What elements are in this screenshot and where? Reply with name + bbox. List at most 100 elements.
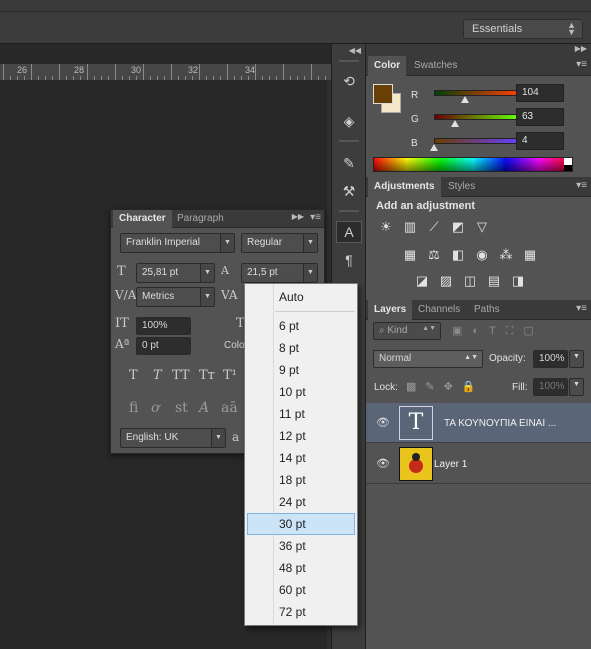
photo-filter-icon[interactable]: ◉: [473, 247, 491, 263]
tool-presets-icon[interactable]: ⚒: [336, 180, 362, 202]
layer-name[interactable]: ΤΑ ΚΟΥΝΟΥΠΙΑ ΕΙΝΑΙ ...: [444, 418, 556, 429]
red-value-input[interactable]: 104: [516, 84, 564, 102]
fill-input[interactable]: 100%: [533, 378, 568, 396]
paragraph-panel-icon[interactable]: ¶: [336, 249, 362, 271]
curves-icon[interactable]: ⟋: [425, 219, 443, 235]
leading-input[interactable]: 21,5 pt ▼: [241, 263, 318, 283]
stylistic-alternates-icon[interactable]: aā: [221, 400, 238, 416]
menu-item-14pt[interactable]: 14 pt: [247, 447, 355, 469]
gradient-map-icon[interactable]: ▤: [485, 273, 503, 289]
vibrance-icon[interactable]: ▽: [473, 219, 491, 235]
visibility-eye-icon[interactable]: 👁: [376, 416, 390, 429]
foreground-swatch[interactable]: [373, 84, 393, 104]
menu-item-9pt[interactable]: 9 pt: [247, 359, 355, 381]
menu-item-72pt[interactable]: 72 pt: [247, 601, 355, 623]
expand-icon[interactable]: ▶▶: [575, 44, 587, 53]
red-slider[interactable]: [434, 90, 519, 96]
kerning-select[interactable]: Metrics ▼: [136, 287, 215, 307]
panel-menu-icon[interactable]: ▾≡: [576, 59, 587, 70]
slider-thumb-icon[interactable]: [461, 96, 469, 103]
tab-styles[interactable]: Styles: [442, 177, 481, 197]
slider-thumb-icon[interactable]: [430, 144, 438, 151]
language-select[interactable]: English: UK ▼: [120, 428, 226, 448]
selective-color-icon[interactable]: ◨: [509, 273, 527, 289]
panel-menu-icon[interactable]: ▾≡: [310, 212, 321, 223]
tab-channels[interactable]: Channels: [412, 300, 466, 320]
slider-thumb-icon[interactable]: [451, 120, 459, 127]
tab-character[interactable]: Character: [113, 210, 172, 228]
workspace-select[interactable]: Essentials ▲ ▼: [463, 19, 583, 39]
exposure-icon[interactable]: ◩: [449, 219, 467, 235]
menu-item-48pt[interactable]: 48 pt: [247, 557, 355, 579]
ruler-label: 32: [188, 65, 199, 75]
tab-paths[interactable]: Paths: [468, 300, 506, 320]
visibility-eye-icon[interactable]: 👁: [376, 457, 390, 470]
green-value-input[interactable]: 63: [516, 108, 564, 126]
menu-item-24pt[interactable]: 24 pt: [247, 491, 355, 513]
all-caps-icon[interactable]: TT: [172, 368, 190, 383]
faux-bold-icon[interactable]: T: [129, 368, 138, 383]
collapse-icon[interactable]: ◀◀: [349, 46, 361, 55]
layer-filter-kind[interactable]: ⌕ Kind ▲▼: [373, 322, 441, 340]
tab-adjustments[interactable]: Adjustments: [368, 177, 441, 197]
color-balance-icon[interactable]: ⚖: [425, 247, 443, 263]
menu-item-12pt[interactable]: 12 pt: [247, 425, 355, 447]
menu-item-10pt[interactable]: 10 pt: [247, 381, 355, 403]
tab-layers[interactable]: Layers: [368, 300, 413, 320]
tab-color[interactable]: Color: [368, 56, 407, 76]
green-slider[interactable]: [434, 114, 519, 120]
history-icon[interactable]: ⟲: [336, 70, 362, 92]
contextual-alternates-icon[interactable]: ơ: [151, 400, 159, 416]
blend-mode-select[interactable]: Normal ▲▼: [373, 350, 483, 368]
menu-item-30pt[interactable]: 30 pt: [247, 513, 355, 535]
vertical-scale-input[interactable]: 100%: [136, 317, 191, 335]
fill-dropdown-icon[interactable]: ▼: [569, 378, 584, 396]
opacity-input[interactable]: 100%: [533, 350, 568, 368]
small-caps-icon[interactable]: Tт: [199, 368, 215, 383]
hue-saturation-icon[interactable]: ▦: [401, 247, 419, 263]
faux-italic-icon[interactable]: T: [153, 368, 162, 383]
invert-icon[interactable]: ◪: [413, 273, 431, 289]
levels-icon[interactable]: ▥: [401, 219, 419, 235]
menu-item-auto[interactable]: Auto: [247, 286, 355, 308]
blue-value-input[interactable]: 4: [516, 132, 564, 150]
menu-item-18pt[interactable]: 18 pt: [247, 469, 355, 491]
lock-icons[interactable]: ▩✎✥🔒: [406, 380, 485, 393]
tab-paragraph[interactable]: Paragraph: [171, 210, 230, 228]
menu-item-11pt[interactable]: 11 pt: [247, 403, 355, 425]
panel-menu-icon[interactable]: ▾≡: [576, 303, 587, 314]
posterize-icon[interactable]: ▨: [437, 273, 455, 289]
layer-filter-icons[interactable]: ▣◐T⛶▢: [452, 324, 582, 338]
color-spectrum-ramp[interactable]: [373, 157, 573, 172]
menu-item-36pt[interactable]: 36 pt: [247, 535, 355, 557]
menu-item-8pt[interactable]: 8 pt: [247, 337, 355, 359]
baseline-shift-input[interactable]: 0 pt: [136, 337, 191, 355]
font-family-select[interactable]: Franklin Imperial ▼: [120, 233, 235, 253]
brightness-contrast-icon[interactable]: ☀: [377, 219, 395, 235]
brush-presets-icon[interactable]: ✎: [336, 152, 362, 174]
font-size-input[interactable]: 25,81 pt ▼: [136, 263, 215, 283]
ruler-tick: [108, 76, 109, 80]
ruler-tick: [178, 76, 179, 80]
font-style-select[interactable]: Regular ▼: [241, 233, 318, 253]
3d-cube-icon[interactable]: ◈: [336, 110, 362, 132]
menu-item-60pt[interactable]: 60 pt: [247, 579, 355, 601]
swash-icon[interactable]: A: [199, 400, 209, 416]
tab-swatches[interactable]: Swatches: [408, 56, 463, 76]
collapse-icon[interactable]: ▶▶: [292, 212, 304, 221]
layer-row-text[interactable]: 👁 T ΤΑ ΚΟΥΝΟΥΠΙΑ ΕΙΝΑΙ ...: [366, 403, 591, 443]
superscript-icon[interactable]: T¹: [223, 368, 237, 383]
blue-slider[interactable]: [434, 138, 519, 144]
character-panel-icon[interactable]: A: [336, 221, 362, 243]
layer-row-image[interactable]: 👁 Layer 1: [366, 444, 591, 484]
black-white-icon[interactable]: ◧: [449, 247, 467, 263]
opacity-dropdown-icon[interactable]: ▼: [569, 350, 584, 368]
layer-name[interactable]: Layer 1: [434, 459, 467, 470]
standard-ligatures-icon[interactable]: fi: [129, 400, 138, 416]
channel-mixer-icon[interactable]: ⁂: [497, 247, 515, 263]
threshold-icon[interactable]: ◫: [461, 273, 479, 289]
menu-item-6pt[interactable]: 6 pt: [247, 315, 355, 337]
color-lookup-icon[interactable]: ▦: [521, 247, 539, 263]
discretionary-ligatures-icon[interactable]: st: [175, 400, 188, 416]
panel-menu-icon[interactable]: ▾≡: [576, 180, 587, 191]
